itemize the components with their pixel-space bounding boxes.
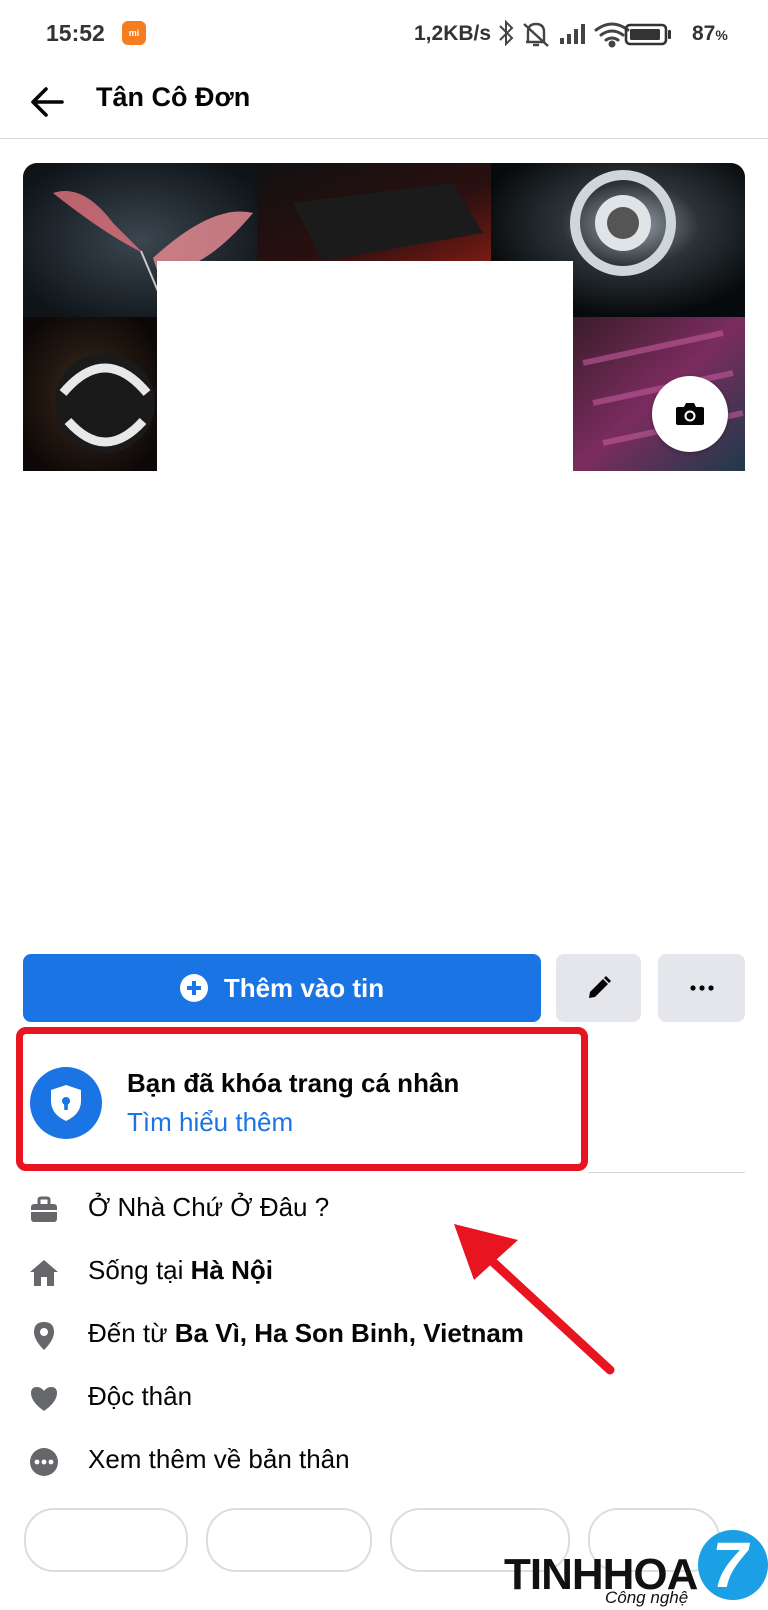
battery-unit: % <box>715 27 728 43</box>
add-to-story-label: Thêm vào tin <box>223 972 385 1003</box>
lives-in-prefix: Sống tại <box>88 1255 191 1285</box>
lives-in-text: Sống tại Hà Nội <box>88 1255 273 1286</box>
battery-icon <box>624 23 671 46</box>
wifi-icon <box>594 22 630 48</box>
status-icons <box>499 19 671 48</box>
info-lives-in[interactable]: Sống tại Hà Nội <box>0 1249 768 1299</box>
battery-percent: 87% <box>692 22 728 46</box>
more-dots-icon <box>689 985 714 991</box>
bell-off-icon <box>523 22 549 47</box>
watermark-badge-number: 7 <box>712 1529 748 1601</box>
featured-chip[interactable] <box>24 1508 188 1572</box>
cover-photo[interactable] <box>23 163 745 471</box>
see-more-text: Xem thêm về bản thân <box>88 1444 350 1474</box>
edit-cover-camera-button[interactable] <box>652 376 728 452</box>
see-more-about-button[interactable]: Xem thêm về bản thân <box>0 1438 768 1488</box>
cover-collage-image <box>23 163 745 471</box>
red-arrow-annotation <box>454 1224 615 1375</box>
briefcase-icon <box>31 1196 57 1222</box>
more-circle-icon <box>30 1448 58 1476</box>
info-relationship[interactable]: Độc thân <box>0 1375 768 1425</box>
battery-value: 87 <box>692 22 716 45</box>
shield-lock-icon <box>51 1085 81 1121</box>
from-prefix: Đến từ <box>88 1318 175 1348</box>
info-work[interactable]: Ở Nhà Chứ Ở Đâu ? <box>0 1186 768 1236</box>
mi-app-icon: mi <box>122 21 146 45</box>
lock-notice-title: Bạn đã khóa trang cá nhân <box>127 1068 460 1098</box>
status-time: 15:52 <box>46 20 105 46</box>
profile-header: Tân Cô Đơn <box>0 68 768 139</box>
relationship-text: Độc thân <box>88 1381 193 1411</box>
edit-profile-button[interactable] <box>556 954 641 1022</box>
network-speed: 1,2KB/s <box>414 22 492 45</box>
watermark-sub: Công nghệ <box>605 1588 689 1607</box>
heart-icon <box>31 1387 57 1411</box>
profile-lock-badge <box>30 1067 102 1139</box>
location-pin-icon <box>34 1322 54 1350</box>
signal-icon <box>560 24 585 44</box>
back-arrow-icon[interactable] <box>26 80 70 124</box>
work-text: Ở Nhà Chứ Ở Đâu ? <box>88 1192 330 1222</box>
plus-circle-icon <box>179 974 208 1002</box>
lives-in-place: Hà Nội <box>190 1255 273 1285</box>
more-options-button[interactable] <box>658 954 745 1022</box>
pencil-icon <box>588 976 611 998</box>
page-title: Tân Cô Đơn <box>96 82 251 112</box>
bluetooth-icon <box>499 19 514 47</box>
camera-icon <box>676 403 704 425</box>
featured-chip[interactable] <box>206 1508 372 1572</box>
learn-more-link[interactable]: Tìm hiểu thêm <box>127 1107 293 1138</box>
status-bar: 15:52 mi 1,2KB/s 87% <box>0 0 768 68</box>
divider <box>588 1172 745 1173</box>
add-to-story-button[interactable]: Thêm vào tin <box>23 954 541 1022</box>
info-from[interactable]: Đến từ Ba Vì, Ha Son Binh, Vietnam <box>0 1312 768 1362</box>
home-icon <box>30 1260 58 1286</box>
